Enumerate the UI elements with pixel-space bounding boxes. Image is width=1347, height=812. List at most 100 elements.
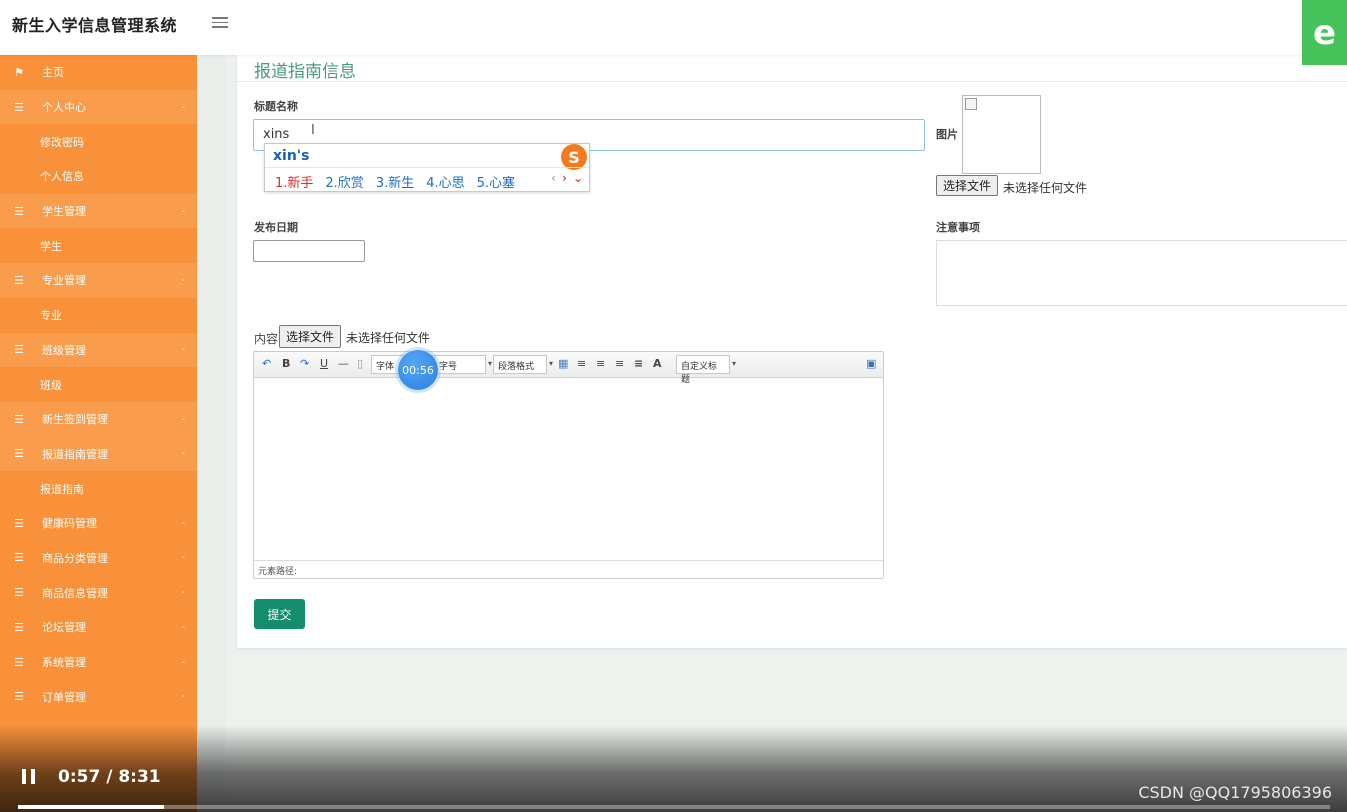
collapse-caret-icon: -	[181, 344, 185, 356]
ime-next-icon[interactable]: ›	[562, 171, 567, 185]
ime-composition: xin's	[273, 148, 310, 164]
sidebar-item-label: 个人信息	[40, 170, 84, 184]
fullscreen-icon[interactable]: ▣	[866, 357, 876, 370]
list-icon: ☰	[14, 655, 24, 669]
app-title: 新生入学信息管理系统	[12, 16, 178, 35]
custom-title-select[interactable]: 自定义标题 ▾	[676, 355, 736, 385]
sidebar-item-label: 订单管理	[42, 690, 86, 704]
align-center-icon[interactable]: ≡	[615, 357, 624, 370]
sidebar-item-label: 专业	[40, 309, 62, 323]
sidebar-item[interactable]: ⚑ 主页	[0, 55, 197, 90]
sidebar-item-label: 商品分类管理	[42, 551, 108, 565]
bold-icon[interactable]: B	[282, 357, 290, 370]
undo-icon[interactable]: ↶	[262, 357, 271, 370]
sidebar-item[interactable]: 专业	[0, 297, 197, 333]
sidebar-item[interactable]: ☰ 健康码管理 -	[0, 505, 197, 541]
menu-toggle-icon[interactable]	[212, 17, 228, 29]
sidebar-item-label: 系统管理	[42, 656, 86, 670]
ime-candidate[interactable]: 1.新手	[275, 172, 313, 191]
font-color-icon[interactable]: A	[653, 357, 662, 370]
justify-icon[interactable]: ≡	[634, 357, 643, 370]
editor-content-area[interactable]	[254, 379, 883, 561]
document-icon[interactable]: ▯	[357, 357, 363, 370]
top-header: 新生入学信息管理系统 e	[0, 0, 1347, 65]
ime-candidate[interactable]: 4.心思	[426, 172, 464, 191]
sidebar-item-label: 班级	[40, 378, 62, 392]
content-file-button[interactable]: 选择文件	[279, 325, 342, 348]
ime-candidate[interactable]: 2.欣赏	[325, 172, 363, 191]
font-size-select[interactable]: 字号 ▾	[434, 355, 492, 374]
notes-textarea[interactable]	[936, 240, 1347, 306]
sidebar-item-label: 学生管理	[42, 205, 86, 219]
underline-icon[interactable]: U	[320, 357, 328, 370]
list-icon: ☰	[14, 586, 24, 600]
sidebar-item[interactable]: ☰ 商品信息管理 -	[0, 575, 197, 610]
sidebar-item-label: 专业管理	[42, 274, 86, 288]
video-time: 0:57 / 8:31	[58, 767, 161, 787]
browser-badge-icon: e	[1302, 0, 1347, 65]
horizontal-rule-icon[interactable]: —	[338, 357, 349, 370]
align-right-icon[interactable]: ≡	[596, 357, 605, 370]
sidebar-item[interactable]: ☰ 系统管理 -	[0, 644, 197, 680]
list-icon: ☰	[14, 551, 24, 565]
notes-label: 注意事项	[936, 221, 980, 234]
sidebar-item[interactable]: ☰ 报道指南管理 -	[0, 436, 197, 472]
align-left-icon[interactable]: ≡	[577, 357, 586, 370]
sidebar-item[interactable]: ☰ 新生签到管理 -	[0, 401, 197, 437]
sidebar-item-label: 个人中心	[42, 101, 86, 115]
sidebar-item[interactable]: ☰ 商品分类管理 -	[0, 540, 197, 576]
flag-icon: ⚑	[14, 65, 24, 79]
sidebar-gutter	[197, 55, 225, 812]
table-icon[interactable]: ▦	[558, 357, 568, 370]
list-icon: ☰	[14, 690, 24, 704]
sidebar-item[interactable]: ☰ 论坛管理 -	[0, 610, 197, 645]
date-input[interactable]	[253, 240, 365, 262]
sidebar-item[interactable]: 班级	[0, 367, 197, 402]
ime-prev-icon[interactable]: ‹	[551, 171, 556, 185]
list-icon: ☰	[14, 273, 24, 287]
content-file-status: 未选择任何文件	[346, 331, 431, 345]
ime-candidate[interactable]: 3.新生	[376, 172, 414, 191]
content-label: 内容	[254, 332, 279, 346]
sidebar-item[interactable]: ☰ 个人中心 -	[0, 89, 197, 125]
paragraph-format-select[interactable]: 段落格式 ▾	[493, 355, 553, 374]
collapse-caret-icon: -	[181, 552, 185, 564]
sidebar-item[interactable]: 报道指南	[0, 471, 197, 506]
image-file-button[interactable]: 选择文件	[936, 175, 999, 196]
sidebar-item[interactable]: ☰ 专业管理 -	[0, 263, 197, 298]
sidebar-item[interactable]: ☰ 班级管理 -	[0, 332, 197, 368]
sidebar-item-label: 新生签到管理	[42, 413, 108, 427]
sidebar-item[interactable]: 修改密码	[0, 124, 197, 160]
ime-expand-icon[interactable]: ⌄	[573, 171, 583, 185]
chevron-down-icon: ▾	[548, 359, 553, 368]
list-icon: ☰	[14, 100, 24, 114]
chevron-down-icon: ▾	[487, 359, 492, 368]
chevron-down-icon: ▾	[731, 359, 736, 368]
list-icon: ☰	[14, 620, 24, 634]
collapse-caret-icon: -	[181, 587, 185, 599]
collapse-caret-icon: -	[181, 691, 185, 703]
ime-candidate[interactable]: 5.心塞	[477, 172, 515, 191]
collapse-caret-icon: -	[181, 517, 185, 529]
sidebar-item-label: 商品信息管理	[42, 586, 108, 600]
sidebar-item[interactable]: ☰ 订单管理 -	[0, 679, 197, 715]
sidebar-item[interactable]: 学生	[0, 228, 197, 264]
broken-image-icon	[965, 98, 977, 110]
video-progress-fill	[18, 805, 164, 809]
sidebar-item-label: 健康码管理	[42, 517, 97, 531]
title-label: 标题名称	[254, 100, 298, 113]
sidebar-item-label: 主页	[42, 66, 64, 80]
submit-button[interactable]: 提交	[254, 599, 305, 629]
video-progress-bar[interactable]	[18, 805, 1330, 809]
sidebar-item-label: 修改密码	[40, 135, 84, 149]
sidebar-item[interactable]: 个人信息	[0, 159, 197, 194]
pause-icon[interactable]	[22, 769, 36, 784]
editor-toolbar: ↶ B ↷ U — ▯ 字体 字号 ▾ 段落格式 ▾ ▦ ≡ ≡ ≡ ≡ A 自定义…	[254, 352, 883, 385]
redo-icon[interactable]: ↷	[300, 357, 309, 370]
list-icon: ☰	[14, 447, 24, 461]
watermark: CSDN @QQ1795806396	[1138, 783, 1332, 802]
sidebar-item[interactable]: ☰ 学生管理 -	[0, 193, 197, 229]
recording-timer-bubble: 00:56	[398, 350, 438, 390]
divider	[237, 81, 1347, 82]
sidebar-item-label: 报道指南	[40, 482, 84, 496]
